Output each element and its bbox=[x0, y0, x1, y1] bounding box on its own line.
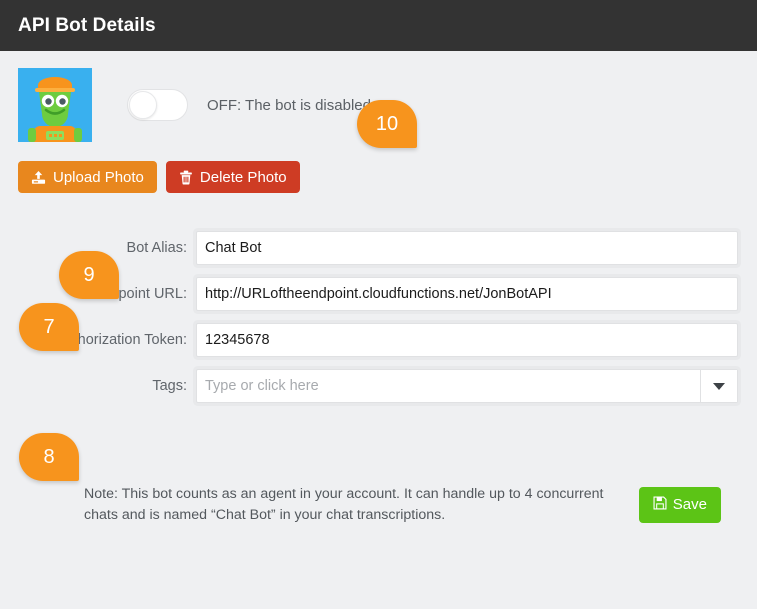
chevron-down-icon bbox=[713, 382, 725, 390]
authorization-token-input[interactable] bbox=[197, 324, 737, 356]
form-row-endpoint-url: Endpoint URL: bbox=[19, 277, 738, 311]
bot-alias-input[interactable] bbox=[197, 232, 737, 264]
photo-buttons-row: Upload Photo Delete Photo bbox=[0, 142, 757, 193]
annotation-badge-8: 8 bbox=[19, 433, 79, 481]
form-row-tags: Tags: bbox=[19, 369, 738, 403]
form-row-bot-alias: Bot Alias: bbox=[19, 231, 738, 265]
upload-photo-label: Upload Photo bbox=[53, 168, 144, 186]
badge-number: 10 bbox=[375, 112, 399, 135]
upload-photo-button[interactable]: Upload Photo bbox=[18, 161, 157, 193]
save-button[interactable]: Save bbox=[638, 486, 721, 523]
tags-dropdown-button[interactable] bbox=[700, 370, 737, 402]
robot-avatar-icon[interactable] bbox=[18, 68, 92, 142]
bot-enabled-toggle[interactable] bbox=[127, 89, 188, 121]
bot-details-card: 10 9 7 8 OFF: The bot is disabled Upload… bbox=[0, 51, 757, 609]
annotation-badge-9: 9 bbox=[59, 251, 119, 299]
footer-row: Note: This bot counts as an agent in you… bbox=[0, 415, 757, 525]
endpoint-url-input[interactable] bbox=[197, 278, 737, 310]
tags-input[interactable] bbox=[197, 370, 700, 402]
toggle-status-label: OFF: The bot is disabled bbox=[207, 96, 371, 114]
form-row-authorization-token: Authorization Token: bbox=[19, 323, 738, 357]
delete-photo-button[interactable]: Delete Photo bbox=[165, 161, 300, 193]
bot-alias-field-wrap bbox=[196, 231, 738, 265]
bot-note-text: Note: This bot counts as an agent in you… bbox=[84, 486, 604, 523]
annotation-badge-7: 7 bbox=[19, 303, 79, 351]
upload-icon bbox=[31, 170, 46, 185]
floppy-disk-icon bbox=[653, 496, 667, 514]
toggle-knob bbox=[129, 91, 157, 119]
page-header: API Bot Details bbox=[0, 0, 757, 51]
annotation-badge-10: 10 bbox=[357, 100, 417, 148]
endpoint-url-field-wrap bbox=[196, 277, 738, 311]
badge-number: 9 bbox=[83, 263, 95, 286]
tags-label: Tags: bbox=[152, 378, 187, 394]
trash-icon bbox=[179, 170, 193, 185]
authorization-token-field-wrap bbox=[196, 323, 738, 357]
badge-number: 8 bbox=[43, 445, 55, 468]
badge-number: 7 bbox=[43, 315, 55, 338]
tags-field-wrap bbox=[196, 369, 738, 403]
page-title: API Bot Details bbox=[18, 14, 156, 36]
save-label: Save bbox=[672, 496, 707, 514]
delete-photo-label: Delete Photo bbox=[199, 168, 287, 186]
